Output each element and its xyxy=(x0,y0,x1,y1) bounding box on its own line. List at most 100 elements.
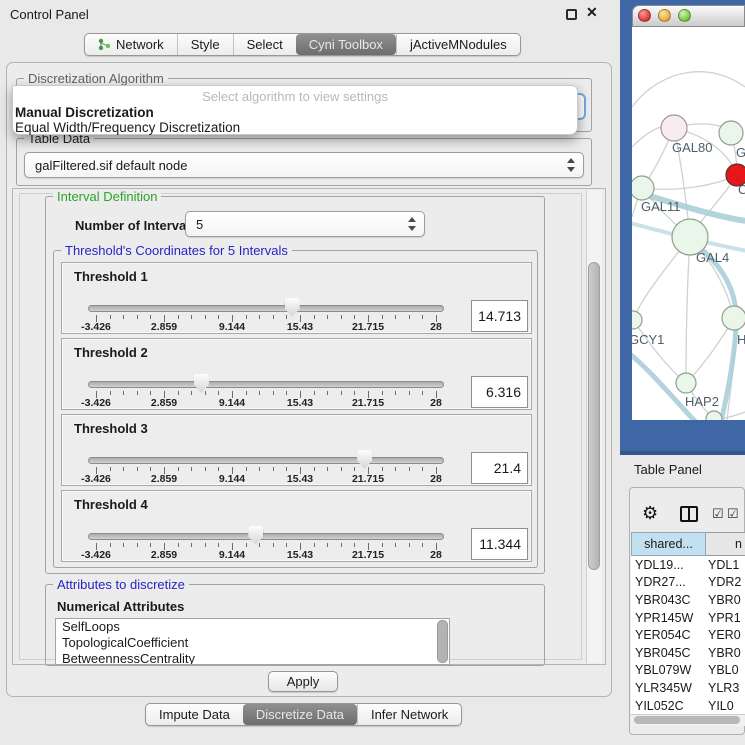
slider-tick xyxy=(259,543,260,547)
table-row[interactable]: YDL19...YDL1 xyxy=(631,556,745,574)
horizontal-scrollbar-thumb[interactable] xyxy=(634,716,740,724)
slider-tick xyxy=(110,391,111,395)
table-row[interactable]: YER054CYER0 xyxy=(631,626,745,644)
close-traffic-light-icon[interactable] xyxy=(638,9,651,22)
cell-name[interactable]: YBL0 xyxy=(706,663,745,677)
vertical-scrollbar-thumb[interactable] xyxy=(588,262,600,570)
cell-name[interactable]: YDL1 xyxy=(706,558,745,572)
settings-gear-icon[interactable]: ⚙ xyxy=(642,503,658,524)
slider-track[interactable] xyxy=(88,457,444,464)
attribute-item[interactable]: SelfLoops xyxy=(56,619,449,635)
threshold-panel: Threshold 1 14.713 -3.4262.8599.14415.43… xyxy=(61,262,532,334)
slider-tick xyxy=(273,391,274,395)
network-node[interactable] xyxy=(719,121,743,145)
attributes-scrollbar-thumb[interactable] xyxy=(437,620,448,663)
slider-thumb[interactable] xyxy=(248,526,263,545)
threshold-value-field[interactable]: 14.713 xyxy=(471,300,528,332)
network-canvas[interactable]: GAL80GACGAL11GAL4GCY1HHAP2 xyxy=(632,27,745,420)
network-node[interactable] xyxy=(632,311,642,329)
tab-infer-network[interactable]: Infer Network xyxy=(357,704,461,725)
slider-tick xyxy=(341,543,342,547)
control-panel-window: Control Panel ✕ Network Style SelectCyni T… xyxy=(0,0,620,745)
close-icon[interactable]: ✕ xyxy=(586,4,598,21)
cell-shared-name[interactable]: YLR345W xyxy=(631,681,706,695)
slider-tick xyxy=(205,391,206,395)
tab-impute-data[interactable]: Impute Data xyxy=(146,704,243,725)
slider-thumb[interactable] xyxy=(194,374,209,393)
slider-thumb[interactable] xyxy=(357,450,372,469)
tab-label: Style xyxy=(191,37,220,52)
cell-name[interactable]: YIL0 xyxy=(706,699,745,713)
threshold-label: Threshold 4 xyxy=(74,497,148,512)
network-node[interactable] xyxy=(661,115,687,141)
dropdown-item-manual-discretization[interactable]: Manual Discretization xyxy=(15,105,154,120)
slider-tick xyxy=(150,391,151,395)
tab-cyni-toolbox[interactable]: Cyni Toolbox xyxy=(296,34,396,55)
tab-jactivemnodules[interactable]: jActiveMNodules xyxy=(396,34,520,55)
number-of-intervals-combobox[interactable]: 5 xyxy=(185,211,425,237)
table-row[interactable]: YBL079WYBL0 xyxy=(631,662,745,680)
dropdown-item-equal-width-frequency[interactable]: Equal Width/Frequency Discretization xyxy=(15,120,240,135)
cell-shared-name[interactable]: YIL052C xyxy=(631,699,706,713)
attribute-item[interactable]: BetweennessCentrality xyxy=(56,651,449,665)
checkbox-icon[interactable]: ☑ xyxy=(727,506,739,522)
cell-name[interactable]: YLR3 xyxy=(706,681,745,695)
network-node[interactable] xyxy=(632,176,654,200)
cell-name[interactable]: YBR0 xyxy=(706,593,745,607)
cell-name[interactable]: YBR0 xyxy=(706,646,745,660)
table-row[interactable]: YBR043CYBR0 xyxy=(631,591,745,609)
float-window-icon[interactable] xyxy=(566,9,577,20)
window-title: Control Panel xyxy=(10,7,89,22)
split-columns-icon[interactable] xyxy=(680,506,698,522)
slider-track[interactable] xyxy=(88,381,444,388)
cell-shared-name[interactable]: YER054C xyxy=(631,628,706,642)
threshold-value-field[interactable]: 21.4 xyxy=(471,452,528,484)
tab-discretize-data[interactable]: Discretize Data xyxy=(243,704,357,725)
slider-tick xyxy=(178,467,179,471)
cell-shared-name[interactable]: YDR27... xyxy=(631,575,706,589)
tab-style[interactable]: Style xyxy=(177,34,233,55)
table-row[interactable]: YLR345WYLR3 xyxy=(631,679,745,697)
slider-tick xyxy=(327,467,328,471)
cell-shared-name[interactable]: YDL19... xyxy=(631,558,706,572)
slider-track[interactable] xyxy=(88,533,444,540)
cell-name[interactable]: YPR1 xyxy=(706,611,745,625)
network-node[interactable] xyxy=(676,373,696,393)
slider-tick xyxy=(382,391,383,395)
table-row[interactable]: YIL052CYIL0 xyxy=(631,697,745,714)
cell-shared-name[interactable]: YBR045C xyxy=(631,646,706,660)
slider-tick xyxy=(286,543,287,547)
cell-shared-name[interactable]: YPR145W xyxy=(631,611,706,625)
threshold-value-field[interactable]: 11.344 xyxy=(471,528,528,560)
slider-tick-label: 28 xyxy=(412,473,460,485)
cell-shared-name[interactable]: YBR043C xyxy=(631,593,706,607)
slider-tick xyxy=(341,467,342,471)
cell-name[interactable]: YER0 xyxy=(706,628,745,642)
checkbox-icon[interactable]: ☑ xyxy=(712,506,724,522)
apply-button[interactable]: Apply xyxy=(268,671,338,692)
slider-tick xyxy=(327,391,328,395)
slider-tick xyxy=(273,467,274,471)
tab-select[interactable]: Select xyxy=(233,34,296,55)
table-row[interactable]: YDR27...YDR2 xyxy=(631,574,745,592)
numerical-attributes-list: SelfLoopsTopologicalCoefficientBetweenne… xyxy=(55,618,450,665)
slider-tick-label: -3.426 xyxy=(72,321,120,333)
table-data-combobox[interactable]: galFiltered.sif default node xyxy=(24,152,584,178)
zoom-traffic-light-icon[interactable] xyxy=(678,9,691,22)
network-node[interactable] xyxy=(722,306,745,330)
column-header-shared-name[interactable]: shared... xyxy=(631,532,706,556)
table-row[interactable]: YPR145WYPR1 xyxy=(631,609,745,627)
attribute-item[interactable]: TopologicalCoefficient xyxy=(56,635,449,651)
slider-tick xyxy=(354,543,355,547)
slider-tick xyxy=(259,391,260,395)
tab-network[interactable]: Network xyxy=(85,34,177,55)
slider-tick xyxy=(178,315,179,319)
cell-name[interactable]: YDR2 xyxy=(706,575,745,589)
cell-shared-name[interactable]: YBL079W xyxy=(631,663,706,677)
column-header-name[interactable]: n xyxy=(706,532,745,556)
threshold-value-field[interactable]: 6.316 xyxy=(471,376,528,408)
slider-tick xyxy=(137,467,138,471)
slider-track[interactable] xyxy=(88,305,444,312)
minimize-traffic-light-icon[interactable] xyxy=(658,9,671,22)
table-row[interactable]: YBR045CYBR0 xyxy=(631,644,745,662)
